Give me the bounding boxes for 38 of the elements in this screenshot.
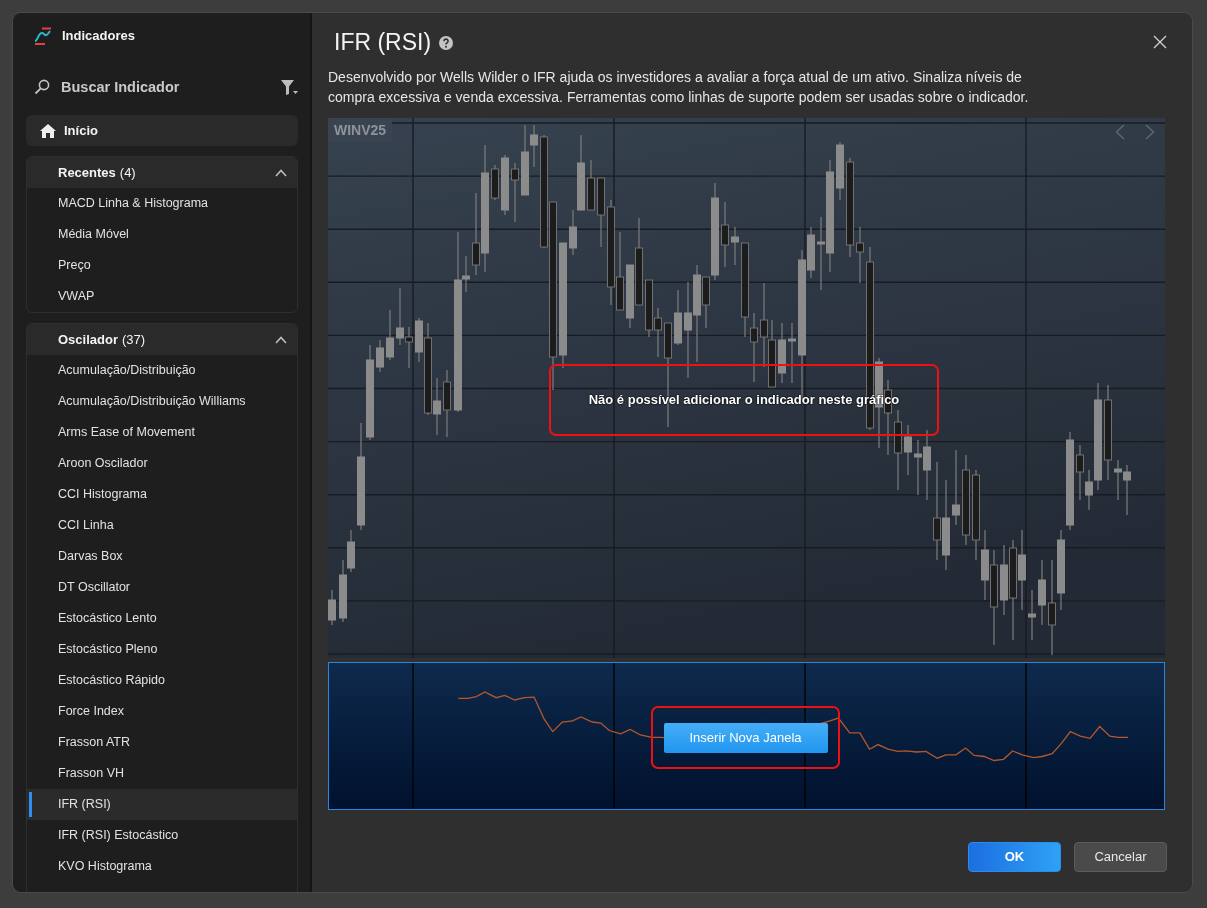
chevron-up-icon xyxy=(275,335,287,344)
sidebar-item[interactable]: Arms Ease of Movement xyxy=(27,417,297,448)
sidebar-item[interactable]: Darvas Box xyxy=(27,541,297,572)
sidebar-item[interactable]: VWAP xyxy=(27,281,297,312)
group-header[interactable]: Oscilador (37) xyxy=(27,324,297,355)
sidebar-item[interactable]: Acumulação/Distribuição xyxy=(27,355,297,386)
ok-button[interactable]: OK xyxy=(968,842,1061,872)
sidebar-item[interactable]: CCI Histograma xyxy=(27,479,297,510)
cancel-button[interactable]: Cancelar xyxy=(1074,842,1167,872)
filter-icon[interactable] xyxy=(280,78,298,96)
indicator-title: IFR (RSI) xyxy=(334,28,432,57)
search-icon xyxy=(34,79,50,95)
home-icon xyxy=(40,123,56,138)
search-field[interactable]: Buscar Indicador xyxy=(61,75,269,99)
chevron-up-icon xyxy=(275,168,287,177)
sidebar-item[interactable]: Acumulação/Distribuição Williams xyxy=(27,386,297,417)
sidebar-item[interactable]: Frasson ATR xyxy=(27,727,297,758)
indicator-description: Desenvolvido por Wells Wilder o IFR ajuda os investidores a avaliar a força atual de um ativo. Sinaliza níveis de compra excessiva e venda excessiva. Ferramentas como linhas de suporte podem ser usadas sobre o indicador. xyxy=(328,68,1030,107)
sidebar-item[interactable]: Aroon Oscilador xyxy=(27,448,297,479)
logo-icon xyxy=(34,27,52,45)
sidebar-item[interactable]: IFR (RSI) xyxy=(27,789,297,820)
sidebar-item[interactable]: CCI Linha xyxy=(27,510,297,541)
sidebar-item[interactable]: Média Móvel xyxy=(27,219,297,250)
sidebar-item[interactable]: KVO Histograma xyxy=(27,851,297,882)
sidebar-item[interactable]: Estocástico Lento xyxy=(27,603,297,634)
sidebar-item[interactable]: Frasson VH xyxy=(27,758,297,789)
window-title: Indicadores xyxy=(62,27,135,46)
sidebar-item[interactable]: Estocástico Rápido xyxy=(27,665,297,696)
sidebar-item[interactable]: Estocástico Pleno xyxy=(27,634,297,665)
sidebar-item[interactable]: MACD Linha & Histograma xyxy=(27,188,297,219)
help-icon[interactable] xyxy=(439,36,454,50)
sidebar-item[interactable]: IFR (RSI) Estocástico xyxy=(27,820,297,851)
home-button[interactable]: Início xyxy=(26,115,298,146)
group-header[interactable]: Recentes (4) xyxy=(27,157,297,188)
sidebar-item[interactable]: DT Oscillator xyxy=(27,572,297,603)
sidebar-item[interactable]: Preço xyxy=(27,250,297,281)
close-icon[interactable] xyxy=(1153,35,1167,49)
sidebar-item[interactable]: Force Index xyxy=(27,696,297,727)
